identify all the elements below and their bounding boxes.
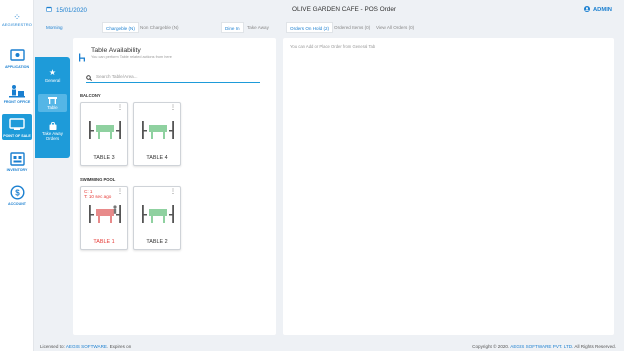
tab-ordered-items[interactable]: Ordered Items (0): [331, 22, 373, 33]
svg-text:$: $: [15, 189, 20, 198]
license-expiry: Expires on: [109, 344, 132, 349]
logo-text: AEGISRESTRO: [2, 22, 32, 27]
table-icon: [38, 96, 67, 104]
application-icon: [9, 48, 26, 63]
app-rail: ⁘ AEGISRESTRO APPLICATION FRONT OFFICE P…: [0, 0, 34, 351]
footer-comma: .: [107, 344, 109, 349]
free-table-icon: [142, 205, 174, 223]
rail-item-front-office[interactable]: FRONT OFFICE: [2, 83, 32, 104]
page-title: OLIVE GARDEN CAFE - POS Order: [292, 6, 397, 13]
tab-non-chargeble[interactable]: Non Chargeble (N): [137, 22, 182, 33]
more-vertical-icon[interactable]: ⋮: [170, 105, 176, 111]
search-bar: [86, 71, 260, 83]
takeaway-bag-icon: [38, 122, 67, 130]
more-vertical-icon[interactable]: ⋮: [117, 105, 123, 111]
tab-view-all-orders[interactable]: View All Orders (0): [373, 22, 417, 33]
search-input[interactable]: [96, 74, 246, 79]
more-vertical-icon[interactable]: ⋮: [170, 189, 176, 195]
star-icon: ★: [48, 68, 57, 77]
tab-dine-in[interactable]: Dine In: [221, 22, 244, 33]
license-holder-link[interactable]: AEGIS SOFTWARE: [66, 344, 107, 349]
orders-empty-hint: You can Add or Place Order from General …: [290, 44, 376, 49]
tabs-row: Morning Chargeble (N) Non Chargeble (N) …: [36, 22, 624, 34]
front-office-icon: [9, 83, 26, 98]
table-availability-title: Table Availability: [91, 47, 141, 54]
user-name: ADMIN: [593, 7, 612, 13]
section-label-balcony: BALCONY: [80, 93, 101, 98]
rail-label: FRONT OFFICE: [3, 100, 31, 104]
date-display[interactable]: 15/01/2020: [46, 6, 87, 14]
rail-item-point-of-sale[interactable]: POINT OF SALE: [2, 114, 32, 140]
footer-license: Licensed to: AEGIS SOFTWARE. Expires on: [40, 344, 131, 349]
table-name: TABLE 2: [146, 239, 168, 245]
rail-label: ACCOUNT: [8, 202, 26, 206]
search-icon: [86, 68, 92, 86]
logo-icon: ⁘: [13, 12, 21, 22]
rail-label: POINT OF SALE: [3, 134, 31, 138]
date-text: 15/01/2020: [56, 6, 87, 14]
inventory-icon: [9, 151, 26, 166]
tab-take-away[interactable]: Take Away: [244, 22, 272, 33]
table-availability-header: Table Availability You can perform Table…: [78, 47, 172, 67]
more-vertical-icon[interactable]: ⋮: [117, 189, 123, 195]
user-icon: [584, 6, 590, 14]
rail-item-application[interactable]: APPLICATION: [2, 48, 32, 69]
section-label-swimming-pool: SWIMMING POOL: [80, 177, 116, 182]
rights-text: All Rights Reserved.: [574, 344, 616, 349]
table-name: TABLE 4: [146, 155, 168, 161]
table-name: TABLE 1: [93, 239, 115, 245]
rail-label: INVENTORY: [6, 168, 28, 172]
table-card[interactable]: ⋮ TABLE 2: [133, 186, 181, 250]
calendar-icon: [46, 6, 52, 14]
free-table-icon: [142, 121, 174, 139]
company-link[interactable]: AEGIS SOFTWARE PVT. LTD.: [510, 344, 573, 349]
submenu-item-table[interactable]: Table: [38, 94, 67, 112]
table-card[interactable]: ⋮ TABLE 4: [133, 102, 181, 166]
table-card-occupied[interactable]: C: 1 T: 10 sec ago ⋮ TABLE 1: [80, 186, 128, 250]
tab-orders-on-hold[interactable]: Orders On Hold (2): [286, 22, 334, 33]
submenu-item-general[interactable]: ★ General: [38, 68, 67, 84]
table-availability-panel: Table Availability You can perform Table…: [73, 38, 276, 335]
submenu-label: General: [44, 78, 61, 83]
license-prefix: Licensed to:: [40, 344, 65, 349]
table-card[interactable]: ⋮ TABLE 3: [80, 102, 128, 166]
rail-item-inventory[interactable]: INVENTORY: [2, 151, 32, 172]
table-availability-subtitle: You can perform Table related actions fr…: [91, 55, 172, 59]
user-menu[interactable]: ADMIN: [584, 6, 612, 14]
submenu-label: Take Away Orders: [42, 131, 63, 141]
rail-label: APPLICATION: [4, 65, 30, 69]
tab-chargeble[interactable]: Chargeble (N): [102, 22, 139, 33]
app-logo: ⁘ AEGISRESTRO: [0, 12, 34, 28]
pos-submenu: ★ General Table Take Away Orders: [35, 57, 70, 158]
account-icon: $: [9, 185, 26, 200]
occupied-time: T: 10 sec ago: [84, 194, 112, 200]
chair-icon: [78, 49, 86, 67]
rail-item-account[interactable]: $ ACCOUNT: [2, 185, 32, 206]
orders-panel: You can Add or Place Order from General …: [283, 38, 614, 335]
occupied-table-icon: [89, 205, 121, 223]
footer-copyright: Copyright © 2020. AEGIS SOFTWARE PVT. LT…: [472, 344, 616, 349]
table-name: TABLE 3: [93, 155, 115, 161]
top-bar: 15/01/2020 OLIVE GARDEN CAFE - POS Order…: [36, 0, 624, 20]
shift-label: Morning: [46, 25, 63, 30]
copyright-prefix: Copyright © 2020.: [472, 344, 510, 349]
submenu-item-take-away[interactable]: Take Away Orders: [38, 122, 67, 141]
free-table-icon: [89, 121, 121, 139]
pos-icon: [9, 117, 26, 132]
submenu-label: Table: [47, 105, 58, 110]
occupancy-info: C: 1 T: 10 sec ago: [84, 189, 111, 200]
